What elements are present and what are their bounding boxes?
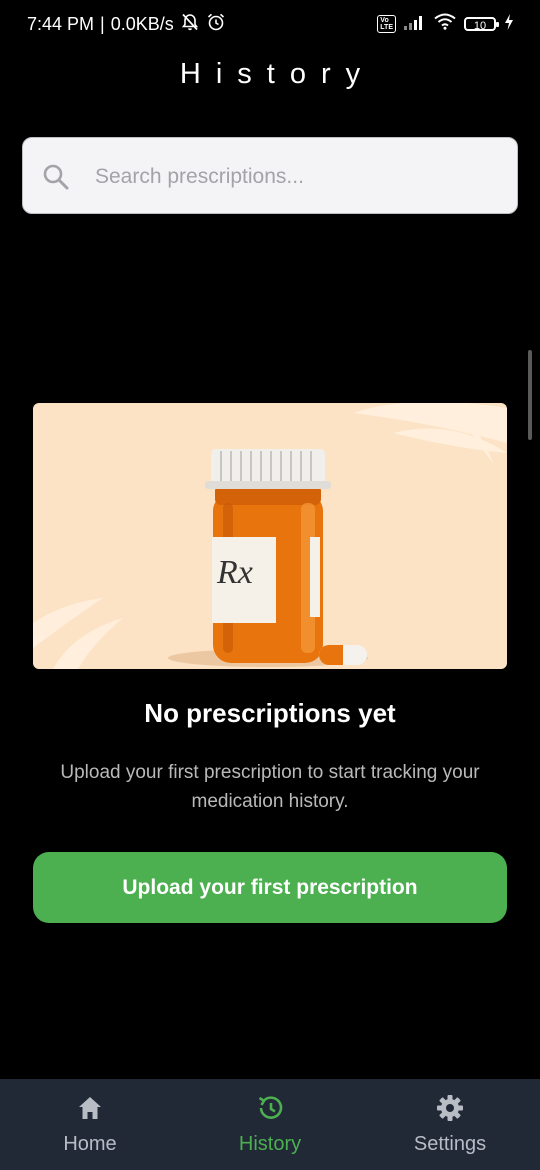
bottom-navigation: Home History Settings — [0, 1079, 540, 1170]
nav-item-settings[interactable]: Settings — [360, 1079, 540, 1170]
status-network-speed: 0.0KB/s — [110, 14, 174, 34]
nav-label-history: History — [238, 1133, 302, 1155]
search-icon — [41, 162, 71, 197]
battery-indicator: 10 — [464, 17, 499, 32]
upload-prescription-button[interactable]: Upload your first prescription — [33, 852, 507, 923]
alarm-clock-icon — [206, 12, 226, 37]
nav-item-home[interactable]: Home — [0, 1079, 180, 1170]
signal-icon — [404, 14, 426, 35]
empty-state-description: Upload your first prescription to start … — [60, 762, 480, 812]
gear-icon — [435, 1093, 465, 1128]
history-icon — [255, 1093, 285, 1128]
nav-item-history[interactable]: History — [180, 1079, 360, 1170]
status-left: 7:44 PM | 0.0KB/s — [27, 12, 226, 37]
muted-bell-icon — [180, 12, 200, 37]
nav-label-settings: Settings — [413, 1133, 487, 1155]
empty-state-title: No prescriptions yet — [144, 698, 396, 728]
search-bar[interactable] — [22, 137, 518, 214]
scrollbar-thumb[interactable] — [528, 350, 532, 440]
nav-label-home: Home — [63, 1133, 117, 1155]
empty-state-illustration: Rx — [33, 403, 507, 669]
home-icon — [75, 1093, 105, 1128]
capsule — [319, 645, 367, 665]
status-right: Vo LTE 10 — [377, 13, 514, 35]
wifi-icon — [434, 13, 456, 35]
status-separator: | — [100, 14, 105, 34]
page-title: History — [179, 58, 376, 90]
status-time: 7:44 PM — [27, 14, 95, 34]
search-input[interactable] — [93, 158, 497, 196]
charging-bolt-icon — [504, 13, 514, 35]
rx-label: Rx — [216, 554, 253, 591]
status-bar: 7:44 PM | 0.0KB/s Vo LTE 10 — [0, 0, 540, 46]
volte-badge: Vo LTE — [377, 15, 396, 33]
